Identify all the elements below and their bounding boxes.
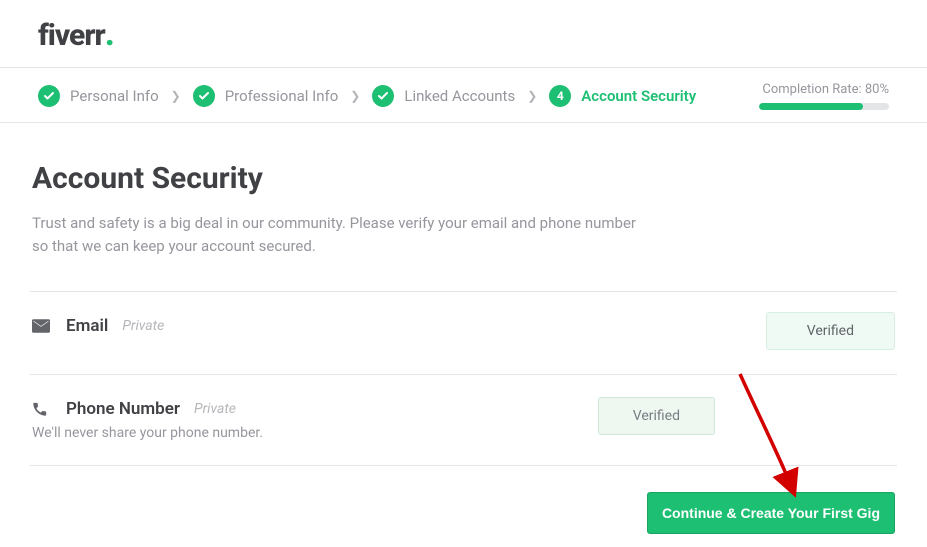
phone-section: Phone Number Private We'll never share y…: [30, 374, 897, 465]
email-privacy: Private: [122, 318, 164, 334]
completion-rate: Completion Rate: 80%: [749, 82, 889, 110]
step-personal-info[interactable]: Personal Info: [38, 85, 159, 107]
page-title: Account Security: [30, 161, 897, 196]
check-icon: [193, 85, 215, 107]
step-number-icon: 4: [549, 85, 571, 107]
check-icon: [372, 85, 394, 107]
progress-fill: [759, 103, 863, 110]
phone-icon: [32, 401, 52, 421]
brand-logo[interactable]: fiverr.: [38, 18, 114, 53]
progress-steps: Personal Info ❯ Professional Info ❯ Link…: [38, 85, 749, 107]
step-account-security[interactable]: 4 Account Security: [549, 85, 696, 107]
email-label: Email: [66, 316, 108, 336]
completion-label: Completion Rate: 80%: [749, 82, 889, 97]
chevron-right-icon: ❯: [523, 89, 541, 103]
step-professional-info[interactable]: Professional Info: [193, 85, 339, 107]
continue-create-gig-button[interactable]: Continue & Create Your First Gig: [647, 492, 895, 534]
phone-label: Phone Number: [66, 399, 180, 419]
step-linked-accounts[interactable]: Linked Accounts: [372, 85, 515, 107]
progress-bar: [759, 103, 889, 110]
phone-status-badge: Verified: [598, 397, 715, 435]
email-status-badge: Verified: [766, 312, 895, 350]
email-section: Email Private Verified: [30, 291, 897, 374]
phone-help-text: We'll never share your phone number.: [32, 425, 263, 441]
envelope-icon: [32, 318, 52, 337]
page-subtitle: Trust and safety is a big deal in our co…: [30, 212, 650, 257]
chevron-right-icon: ❯: [346, 89, 364, 103]
check-icon: [38, 85, 60, 107]
chevron-right-icon: ❯: [167, 89, 185, 103]
phone-privacy: Private: [194, 401, 236, 417]
